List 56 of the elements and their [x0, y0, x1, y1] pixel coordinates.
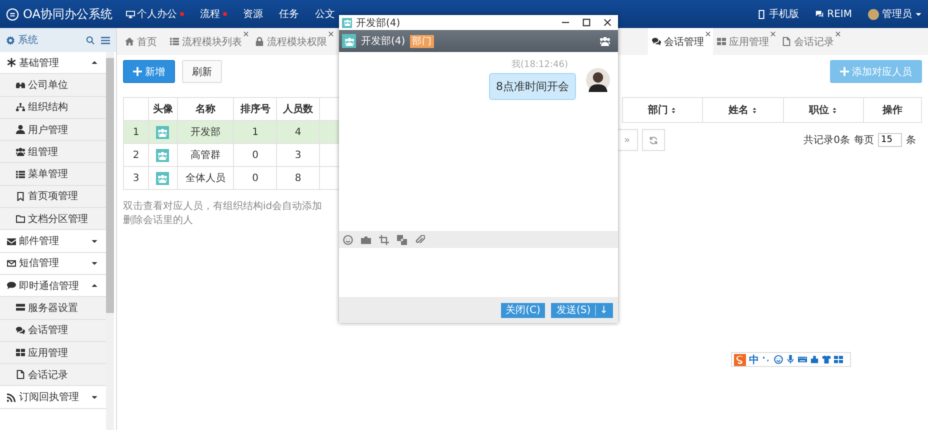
top-link[interactable]: 手机版 — [757, 7, 800, 21]
message-bubble: 8点准时间开会 — [489, 73, 576, 100]
window-title: 开发部(4) — [356, 16, 400, 30]
nav-item[interactable]: 流程 — [192, 0, 235, 28]
sidebar-group[interactable]: 短信管理 — [0, 252, 106, 275]
table-cell: 0 — [234, 144, 277, 166]
column-header[interactable]: 部门 — [622, 98, 703, 122]
sidebar-item[interactable]: 菜单管理 — [0, 163, 106, 186]
chat-name: 开发部(4) — [361, 34, 406, 48]
table-cell: 开发部 — [177, 120, 234, 144]
column-header: 操作 — [864, 98, 922, 122]
table-cell: 4 — [276, 120, 320, 144]
table-cell: 8 — [276, 166, 320, 190]
refresh-button[interactable]: 刷新 — [182, 60, 222, 83]
sidebar-item[interactable]: 公司单位 — [0, 74, 106, 97]
sidebar-item[interactable]: 文档分区管理 — [0, 208, 106, 230]
sidebar-item[interactable]: 会话管理 — [0, 320, 106, 342]
tab[interactable]: 流程模块权限 — [251, 28, 336, 55]
table-cell: 2 — [124, 144, 148, 166]
column-header[interactable]: 职位 — [783, 98, 864, 122]
table-cell: 3 — [276, 144, 320, 166]
tab[interactable]: 流程模块列表 — [166, 28, 251, 55]
total-count: 共记录0条 — [804, 134, 850, 147]
top-link[interactable]: 管理员 — [868, 7, 922, 21]
sidebar-item[interactable]: 用户管理 — [0, 118, 106, 142]
column-header[interactable]: 姓名 — [702, 98, 784, 122]
message-time: 我(18:12:46) — [512, 58, 568, 71]
table-cell: 0 — [234, 166, 277, 190]
table-cell: 全体人员 — [177, 166, 234, 190]
tab[interactable]: 会话记录 — [778, 28, 843, 55]
tab[interactable]: 首页 — [121, 28, 166, 55]
sidebar-item[interactable]: 首页项管理 — [0, 186, 106, 208]
nav-item[interactable]: 个人办公 — [118, 0, 192, 28]
table-cell: 1 — [234, 120, 277, 144]
sidebar-item[interactable]: 会话记录 — [0, 364, 106, 386]
nav-item[interactable]: 任务 — [271, 0, 307, 28]
table-cell: 3 — [124, 166, 148, 190]
sidebar-title: 系统 — [6, 33, 38, 47]
chat-badge: 部门 — [410, 34, 434, 48]
tab[interactable]: 会话管理 — [648, 28, 713, 55]
sidebar-item[interactable]: 服务器设置 — [0, 297, 106, 320]
sidebar-item[interactable]: 组管理 — [0, 141, 106, 164]
per-page-label: 每页 — [854, 134, 874, 147]
page-size-field[interactable]: 15 — [878, 133, 902, 147]
table-cell: 高管群 — [177, 144, 234, 166]
sidebar-item[interactable]: 应用管理 — [0, 342, 106, 364]
sidebar-item[interactable]: 组织结构 — [0, 96, 106, 119]
app-title: OA协同办公系统 — [23, 6, 112, 22]
unit-label: 条 — [906, 134, 916, 147]
nav-item[interactable]: 资源 — [235, 0, 271, 28]
tab[interactable]: 应用管理 — [713, 28, 778, 55]
top-link[interactable]: REIM — [815, 7, 852, 21]
hint-text: 双击查看对应人员，有组织结构id会自动添加删除会话里的人 — [123, 200, 324, 228]
nav-item[interactable]: 公文 — [307, 0, 343, 28]
ime-mode[interactable]: 中 — [749, 352, 759, 366]
table-cell: 1 — [124, 120, 148, 144]
